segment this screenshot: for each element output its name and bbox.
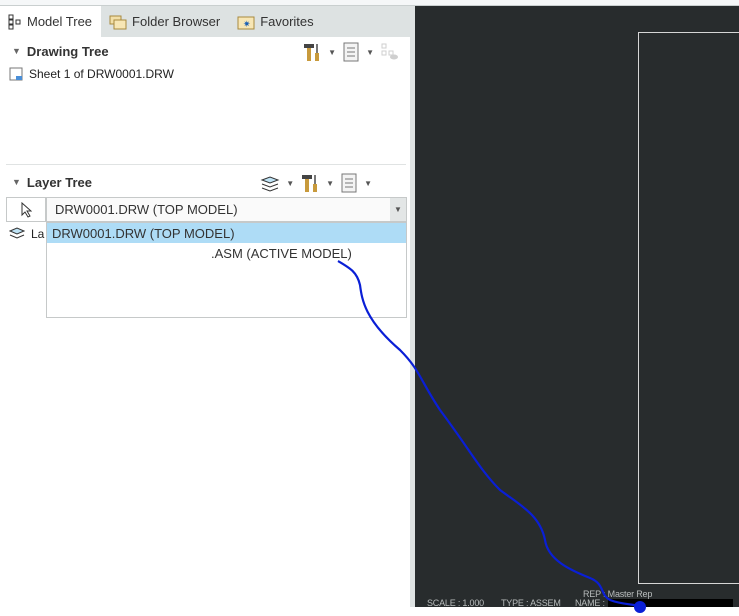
model-tree-panel: Model Tree Folder Browser ✷ Favorites ▼ … [0, 6, 410, 616]
collapse-icon[interactable]: ▼ [12, 177, 21, 187]
sheet-border [638, 32, 739, 584]
tab-folder-browser[interactable]: Folder Browser [101, 6, 229, 37]
dropdown-option[interactable]: DRW0001.DRW (TOP MODEL) [47, 223, 406, 243]
section-title: Layer Tree [26, 174, 92, 190]
tab-label: Folder Browser [132, 14, 221, 29]
section-title: Drawing Tree [26, 43, 109, 59]
dropdown-option[interactable]: .ASM (ACTIVE MODEL) [47, 243, 406, 263]
cursor-arrow-icon [21, 201, 32, 218]
bottom-strip [0, 607, 739, 616]
chevron-down-icon[interactable]: ▼ [390, 198, 406, 221]
drawing-canvas[interactable]: REP : Master Rep SCALE : 1.000 TYPE : AS… [415, 6, 739, 608]
collapse-icon[interactable]: ▼ [12, 46, 21, 56]
select-button[interactable] [6, 197, 46, 222]
tab-model-tree[interactable]: Model Tree [0, 6, 102, 37]
svg-text:✷: ✷ [243, 19, 251, 29]
settings-tools-icon[interactable] [302, 42, 322, 62]
folder-icon [109, 15, 127, 29]
combo-value: DRW0001.DRW (TOP MODEL) [55, 202, 238, 217]
sheet-icon [9, 67, 23, 81]
settings-tools-icon[interactable] [300, 173, 320, 193]
layer-item[interactable]: La [9, 227, 44, 241]
favorites-icon: ✷ [237, 16, 255, 29]
chevron-down-icon[interactable]: ▼ [328, 48, 336, 57]
show-list-icon[interactable] [340, 173, 358, 193]
tree-item-label: Sheet 1 of DRW0001.DRW [29, 67, 174, 81]
model-tree-icon [8, 14, 21, 29]
layer-tree-header: ▼ Layer Tree ▼ ▼ ▼ [0, 169, 410, 195]
layer-item-label: La [31, 227, 45, 241]
layers-icon[interactable] [260, 174, 280, 192]
name-value-redacted [608, 599, 733, 607]
chevron-down-icon[interactable]: ▼ [364, 179, 372, 188]
section-divider [6, 164, 406, 165]
show-list-icon[interactable] [342, 42, 360, 62]
layers-icon [9, 227, 25, 239]
chevron-down-icon[interactable]: ▼ [366, 48, 374, 57]
model-select-combo[interactable]: DRW0001.DRW (TOP MODEL) ▼ [46, 197, 407, 222]
tab-label: Favorites [260, 14, 314, 29]
chevron-down-icon[interactable]: ▼ [326, 179, 334, 188]
drawing-tree-header: ▼ Drawing Tree ▼ ▼ [0, 38, 410, 64]
chevron-down-icon[interactable]: ▼ [286, 179, 294, 188]
tree-item-sheet[interactable]: Sheet 1 of DRW0001.DRW [9, 67, 174, 81]
panel-tabs: Model Tree Folder Browser ✷ Favorites [0, 6, 410, 37]
tab-label: Model Tree [27, 14, 93, 29]
model-dropdown-list: DRW0001.DRW (TOP MODEL) .ASM (ACTIVE MOD… [46, 222, 407, 318]
hidden-items-icon[interactable] [380, 42, 400, 62]
tab-favorites[interactable]: ✷ Favorites [229, 6, 322, 37]
